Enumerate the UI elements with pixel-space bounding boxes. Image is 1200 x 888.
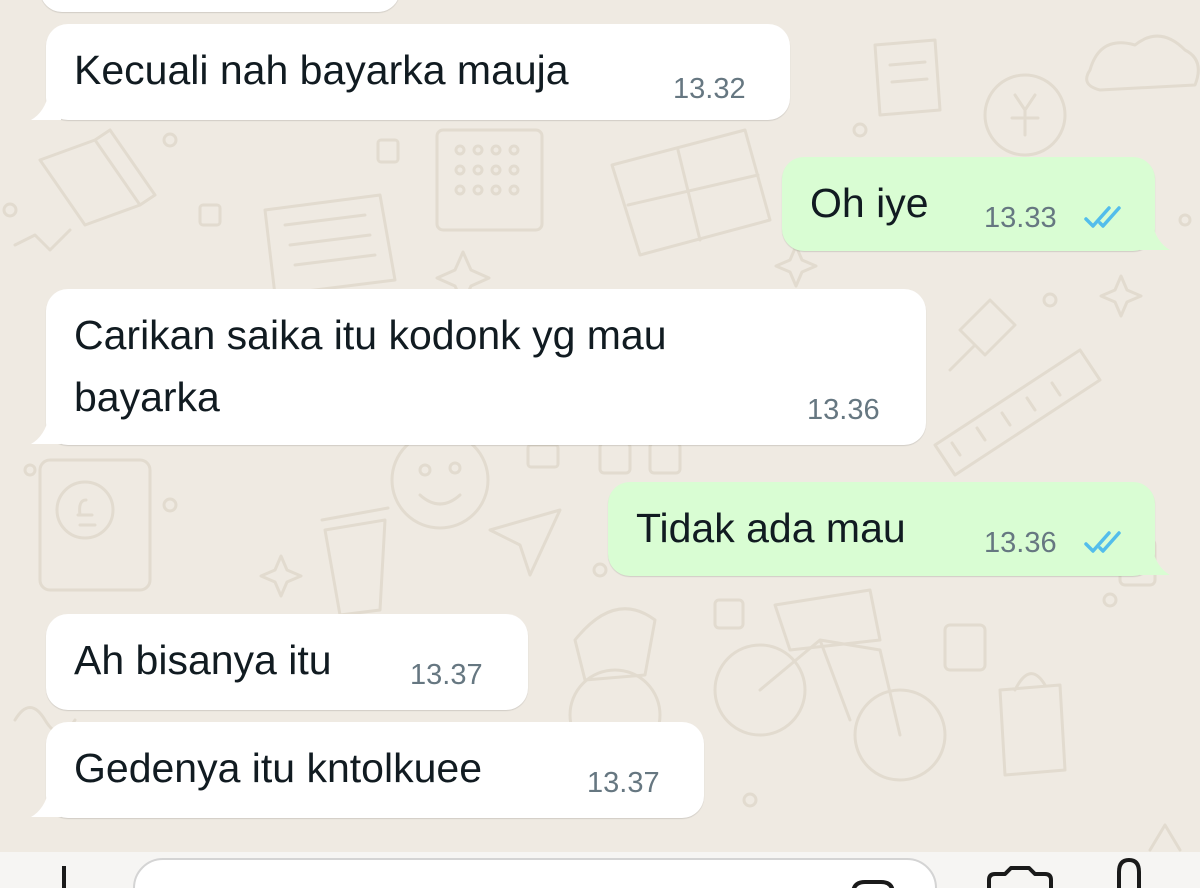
message-text-line-2: bayarka <box>74 374 220 420</box>
plus-icon[interactable] <box>46 866 82 888</box>
message-input[interactable] <box>133 858 937 888</box>
message-bubble-partial <box>40 0 400 12</box>
bubble-tail-outgoing <box>1140 547 1170 575</box>
camera-icon[interactable] <box>985 866 1055 888</box>
bubble-tail-incoming <box>31 92 61 120</box>
message-text: Ah bisanya itu <box>74 637 332 683</box>
message-text: Gedenya itu kntolkuee <box>74 745 482 791</box>
message-text-line-1: Carikan saika itu kodonk yg mau <box>74 312 667 358</box>
message-bubble-outgoing[interactable]: Oh iye 13.33 <box>782 157 1155 251</box>
message-text: Oh iye <box>810 180 929 226</box>
sticker-icon[interactable] <box>849 876 897 888</box>
chat-area: Kecuali nah bayarka mauja 13.32 Oh iye 1… <box>0 0 1200 888</box>
message-time: 13.37 <box>410 659 483 691</box>
read-receipt-icon <box>1084 531 1121 553</box>
message-time: 13.33 <box>984 202 1057 234</box>
mic-icon[interactable] <box>1112 858 1146 888</box>
bubble-tail-incoming <box>31 416 61 444</box>
message-text: Kecuali nah bayarka mauja <box>74 47 569 93</box>
message-bubble-incoming[interactable]: Kecuali nah bayarka mauja 13.32 <box>46 24 790 120</box>
message-time: 13.37 <box>587 767 660 799</box>
message-text: Tidak ada mau <box>636 505 906 551</box>
message-bubble-incoming[interactable]: Carikan saika itu kodonk yg mau bayarka … <box>46 289 926 445</box>
message-bubble-incoming[interactable]: Gedenya itu kntolkuee 13.37 <box>46 722 704 818</box>
message-time: 13.36 <box>984 527 1057 559</box>
read-receipt-icon <box>1084 206 1121 228</box>
message-bubble-incoming[interactable]: Ah bisanya itu 13.37 <box>46 614 528 710</box>
message-time: 13.32 <box>673 73 746 105</box>
message-bubble-outgoing[interactable]: Tidak ada mau 13.36 <box>608 482 1155 576</box>
bubble-tail-incoming <box>31 789 61 817</box>
bubble-tail-outgoing <box>1140 222 1170 250</box>
message-time: 13.36 <box>807 394 880 426</box>
